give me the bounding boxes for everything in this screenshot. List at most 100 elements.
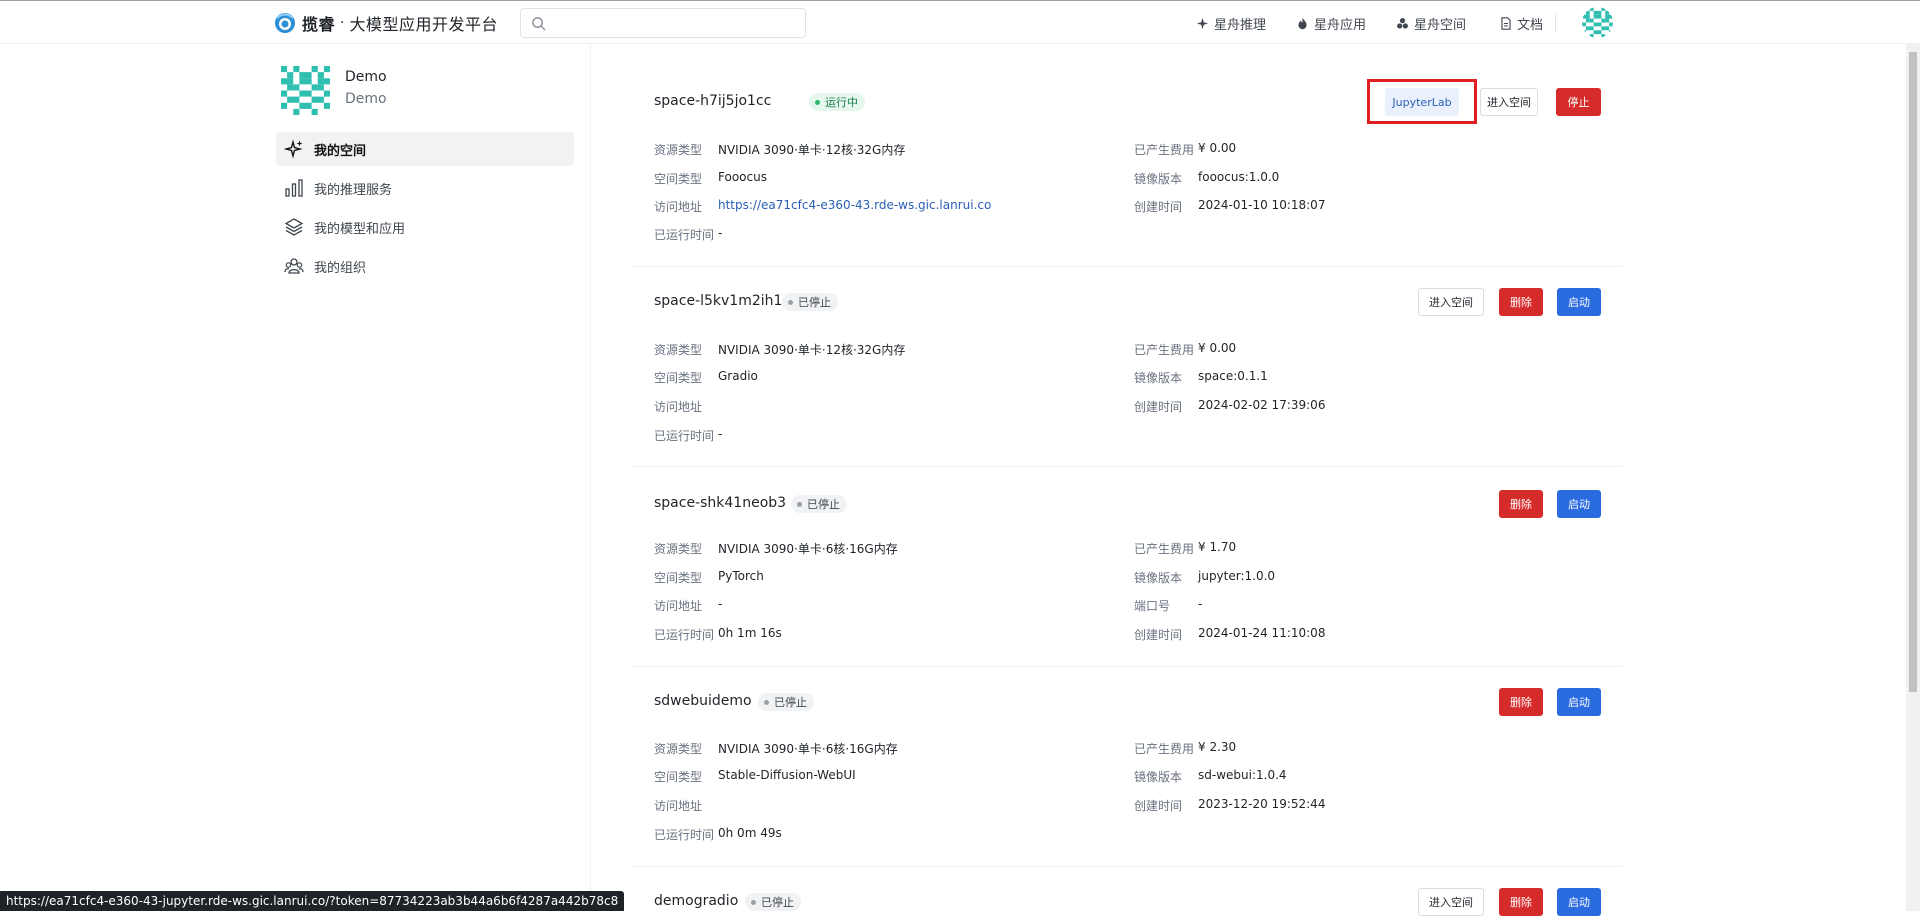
space-card: space-shk41neob3 已停止 删除 启动 资源类型 NVIDIA 3… <box>632 466 1622 667</box>
field-value: - <box>1198 597 1203 611</box>
field-label: 空间类型 <box>654 770 703 784</box>
start-button[interactable]: 启动 <box>1557 288 1601 316</box>
sidebar-item-label: 我的空间 <box>314 143 367 159</box>
brand-name: 揽睿 <box>302 15 336 34</box>
delete-button[interactable]: 删除 <box>1499 288 1543 316</box>
user-avatar[interactable] <box>1582 7 1613 38</box>
field-url: 访问地址 <box>654 398 718 415</box>
space-name: demogradio <box>654 893 739 909</box>
field-label: 镜像版本 <box>1134 371 1183 385</box>
enter-space-button[interactable]: 进入空间 <box>1418 288 1484 316</box>
search-icon <box>532 17 546 31</box>
field-created: 创建时间 2024-01-24 11:10:08 <box>1134 626 1325 643</box>
sidebar-item-label: 我的推理服务 <box>314 182 393 198</box>
field-created: 创建时间 2023-12-20 19:52:44 <box>1134 797 1325 814</box>
field-resource: 资源类型 NVIDIA 3090·单卡·6核·16G内存 <box>654 740 898 757</box>
bar-chart-icon <box>285 179 303 197</box>
delete-button[interactable]: 删除 <box>1499 888 1543 916</box>
field-label: 创建时间 <box>1134 628 1183 642</box>
field-label: 访问地址 <box>654 799 703 813</box>
field-label: 已运行时间 <box>654 828 715 842</box>
field-runtime: 已运行时间 0h 1m 16s <box>654 626 782 643</box>
field-label: 镜像版本 <box>1134 770 1183 784</box>
field-value: NVIDIA 3090·单卡·6核·16G内存 <box>718 542 898 556</box>
enter-space-button[interactable]: 进入空间 <box>1418 888 1484 916</box>
brand[interactable]: 揽睿 · 大模型应用开发平台 <box>274 11 498 35</box>
field-label: 已产生费用 <box>1134 742 1195 756</box>
field-label: 已产生费用 <box>1134 542 1195 556</box>
status-text: 运行中 <box>825 96 858 109</box>
field-value: 2024-01-24 11:10:08 <box>1198 626 1326 640</box>
vertical-scrollbar[interactable] <box>1906 44 1920 911</box>
field-label: 创建时间 <box>1134 799 1183 813</box>
field-runtime: 已运行时间 - <box>654 427 722 444</box>
field-value: Stable-Diffusion-WebUI <box>718 768 856 782</box>
profile-avatar <box>281 66 330 115</box>
field-label: 镜像版本 <box>1134 571 1183 585</box>
field-space-type: 空间类型 Gradio <box>654 369 758 386</box>
sidebar-item-my-spaces[interactable]: 我的空间 <box>276 132 574 166</box>
enter-space-button[interactable]: 进入空间 <box>1480 88 1538 116</box>
nav-apps[interactable]: 星舟应用 <box>1296 14 1366 33</box>
start-button[interactable]: 启动 <box>1557 688 1601 716</box>
field-value: ¥ 1.70 <box>1198 540 1237 554</box>
status-dot <box>815 99 820 105</box>
status-badge: 已停止 <box>791 495 847 513</box>
field-value: Fooocus <box>718 170 767 184</box>
sidebar-item-label: 我的组织 <box>314 260 367 276</box>
sparkle-icon <box>1196 17 1209 29</box>
flame-icon <box>1298 17 1307 29</box>
space-name: space-h7ij5jo1cc <box>654 93 772 109</box>
cluster-icon <box>1397 17 1408 29</box>
avatar-pattern-icon <box>1582 7 1613 38</box>
field-value: fooocus:1.0.0 <box>1198 170 1280 184</box>
brand-subtitle: 大模型应用开发平台 <box>349 15 498 34</box>
search-input[interactable] <box>520 8 806 38</box>
stop-button[interactable]: 停止 <box>1556 88 1601 116</box>
nav-spaces[interactable]: 星舟空间 <box>1396 14 1466 33</box>
profile-name: Demo <box>345 69 387 85</box>
field-space-type: 空间类型 Stable-Diffusion-WebUI <box>654 768 856 785</box>
field-value: 2024-01-10 10:18:07 <box>1198 198 1326 212</box>
space-url-link[interactable]: https://ea71cfc4-e360-43.rde-ws.gic.lanr… <box>718 198 991 215</box>
field-value: space:0.1.1 <box>1198 369 1268 383</box>
status-dot <box>788 299 793 305</box>
field-value: ¥ 0.00 <box>1198 141 1237 155</box>
space-card: space-l5kv1m2ih1 已停止 进入空间 删除 启动 资源类型 NVI… <box>632 266 1622 467</box>
field-image: 镜像版本 jupyter:1.0.0 <box>1134 569 1275 586</box>
field-value: 0h 0m 49s <box>718 826 782 840</box>
nav-inference-label: 星舟推理 <box>1214 17 1267 33</box>
nav-docs[interactable]: 文档 <box>1500 14 1543 33</box>
start-button[interactable]: 启动 <box>1557 888 1601 916</box>
avatar-pattern-icon <box>281 66 330 115</box>
status-badge: 已停止 <box>758 693 814 711</box>
space-name: sdwebuidemo <box>654 693 752 709</box>
layers-icon <box>284 218 304 236</box>
space-card: sdwebuidemo 已停止 删除 启动 资源类型 NVIDIA 3090·单… <box>632 666 1622 867</box>
nav-inference[interactable]: 星舟推理 <box>1196 14 1267 33</box>
brand-logo-icon <box>275 13 295 33</box>
delete-button[interactable]: 删除 <box>1499 490 1543 518</box>
field-value: 2023-12-20 19:52:44 <box>1198 797 1326 811</box>
field-value: Gradio <box>718 369 758 383</box>
sidebar-item-models-apps[interactable]: 我的模型和应用 <box>276 210 574 244</box>
field-label: 创建时间 <box>1134 400 1183 414</box>
sidebar-item-organization[interactable]: 我的组织 <box>276 249 574 283</box>
field-label: 创建时间 <box>1134 200 1183 214</box>
delete-button[interactable]: 删除 <box>1499 688 1543 716</box>
field-runtime: 已运行时间 0h 0m 49s <box>654 826 782 843</box>
field-value: jupyter:1.0.0 <box>1198 569 1276 583</box>
start-button[interactable]: 启动 <box>1557 490 1601 518</box>
field-space-type: 空间类型 PyTorch <box>654 569 764 586</box>
field-label: 已产生费用 <box>1134 343 1195 357</box>
status-dot <box>797 501 802 507</box>
field-cost: 已产生费用 ¥ 1.70 <box>1134 540 1236 557</box>
field-label: 空间类型 <box>654 571 703 585</box>
field-label: 访问地址 <box>654 200 703 214</box>
top-bar: 揽睿 · 大模型应用开发平台 星舟推理 星舟应用 星舟空间 文档 <box>0 0 1920 44</box>
field-value: - <box>718 597 723 611</box>
scrollbar-thumb[interactable] <box>1909 52 1917 692</box>
jupyterlab-button[interactable]: JupyterLab <box>1385 88 1459 116</box>
sidebar-item-inference-services[interactable]: 我的推理服务 <box>276 171 574 205</box>
users-icon <box>284 258 304 274</box>
